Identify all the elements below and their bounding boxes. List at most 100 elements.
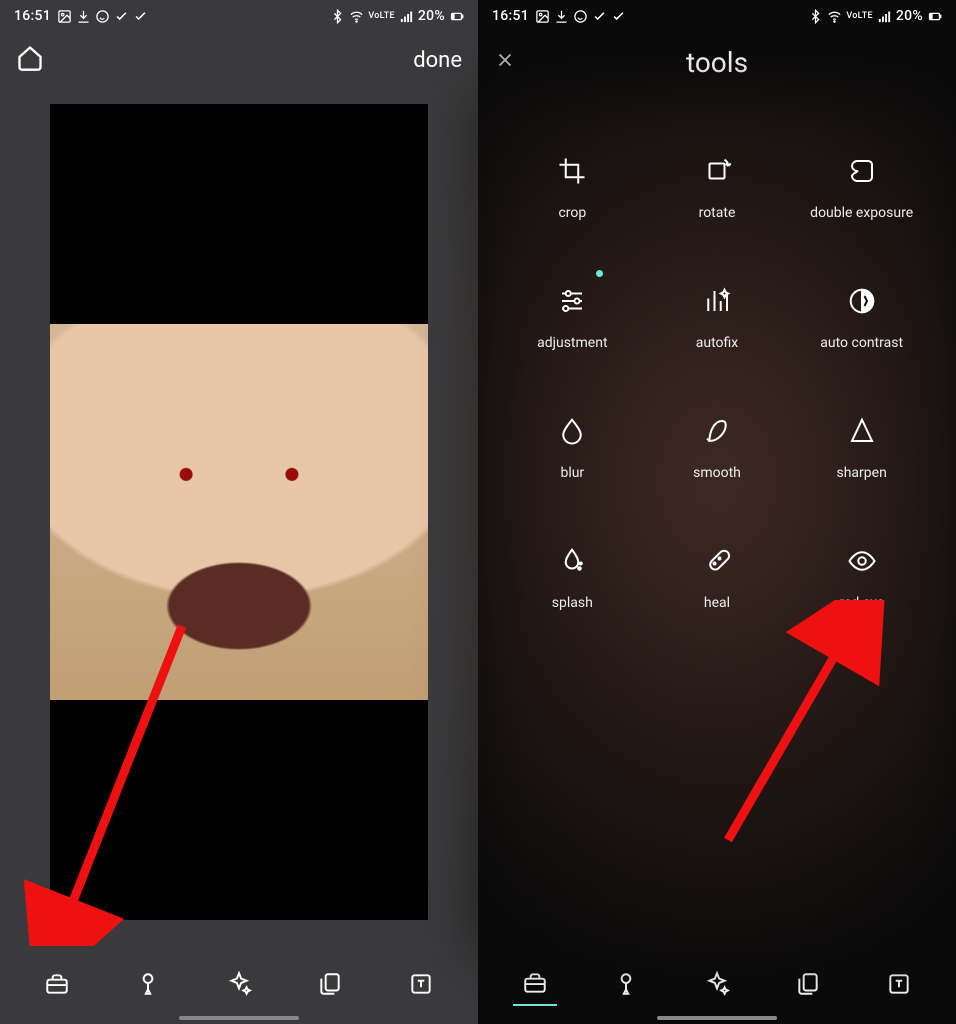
tool-label: splash (552, 595, 593, 611)
tool-blur[interactable]: blur (500, 382, 645, 512)
copy-icon (795, 971, 821, 997)
heal-icon (699, 543, 735, 579)
status-right: VoLTE 20% (808, 8, 942, 24)
tool-smooth[interactable]: smooth (645, 382, 790, 512)
nav-brush[interactable] (126, 962, 170, 1006)
tools-header: tools (478, 32, 956, 92)
photo-canvas[interactable] (0, 88, 478, 954)
status-left-icons (535, 9, 626, 24)
signal-icon (399, 9, 414, 24)
tool-label: rotate (699, 205, 736, 221)
gesture-bar (657, 1016, 777, 1020)
battery-icon (927, 9, 942, 24)
done-button[interactable]: done (413, 48, 462, 73)
top-bar: done (0, 32, 478, 88)
tool-label: smooth (693, 465, 741, 481)
tools-title: tools (478, 46, 956, 79)
toolbox-icon (522, 970, 548, 996)
tool-sharpen[interactable]: sharpen (789, 382, 934, 512)
tool-label: heal (704, 595, 730, 611)
tool-label: red eye (839, 595, 884, 611)
splash-icon (554, 543, 590, 579)
tool-label: auto contrast (820, 335, 903, 351)
new-badge (596, 270, 603, 277)
home-button[interactable] (16, 44, 44, 76)
red-eye-icon (844, 543, 880, 579)
auto-contrast-icon (844, 283, 880, 319)
tool-label: autofix (696, 335, 738, 351)
nav-tools[interactable] (513, 962, 557, 1006)
bluetooth-icon (808, 9, 823, 24)
sharpen-icon (844, 413, 880, 449)
check-icon (114, 9, 129, 24)
bluetooth-icon (330, 9, 345, 24)
status-time: 16:51 (14, 8, 51, 24)
lte-icon: VoLTE (846, 12, 873, 21)
tool-label: adjustment (537, 335, 607, 351)
blur-icon (554, 413, 590, 449)
lte-icon: VoLTE (368, 12, 395, 21)
nav-brush[interactable] (604, 962, 648, 1006)
editor-screen: 16:51 VoLTE 20% done (0, 0, 478, 1024)
wifi-icon (349, 9, 364, 24)
crop-icon (554, 153, 590, 189)
copy-icon (317, 971, 343, 997)
nav-layers[interactable] (786, 962, 830, 1006)
status-right: VoLTE 20% (330, 8, 464, 24)
sparkle-icon (226, 971, 252, 997)
tool-crop[interactable]: crop (500, 122, 645, 252)
status-left: 16:51 (14, 8, 148, 24)
tool-auto-contrast[interactable]: auto contrast (789, 252, 934, 382)
bottom-nav (478, 954, 956, 1024)
tool-double-exposure[interactable]: double exposure (789, 122, 934, 252)
gallery-icon (57, 9, 72, 24)
adjustment-icon (554, 283, 590, 319)
status-left-icons (57, 9, 148, 24)
tool-autofix[interactable]: autofix (645, 252, 790, 382)
tools-screen: 16:51 VoLTE 20% tools (478, 0, 956, 1024)
check-icon (592, 9, 607, 24)
home-icon (16, 44, 44, 72)
check-icon (133, 9, 148, 24)
sparkle-icon (704, 971, 730, 997)
text-icon (408, 971, 434, 997)
nav-layers[interactable] (308, 962, 352, 1006)
tools-body: crop rotate double exposure adjustment a… (478, 92, 956, 954)
toolbox-icon (44, 971, 70, 997)
signal-icon (877, 9, 892, 24)
nav-text[interactable] (399, 962, 443, 1006)
bottom-nav (0, 954, 478, 1024)
tool-label: sharpen (837, 465, 887, 481)
nav-effects[interactable] (217, 962, 261, 1006)
tool-label: blur (560, 465, 584, 481)
tool-splash[interactable]: splash (500, 512, 645, 642)
status-bar: 16:51 VoLTE 20% (0, 0, 478, 32)
text-icon (886, 971, 912, 997)
tool-label: crop (558, 205, 586, 221)
battery-percent: 20% (418, 8, 445, 24)
tool-red-eye[interactable]: red eye (789, 512, 934, 642)
double-exposure-icon (844, 153, 880, 189)
check-icon (611, 9, 626, 24)
status-left: 16:51 (492, 8, 626, 24)
gallery-icon (535, 9, 550, 24)
tool-rotate[interactable]: rotate (645, 122, 790, 252)
brush-icon (135, 971, 161, 997)
autofix-icon (699, 283, 735, 319)
tools-grid: crop rotate double exposure adjustment a… (478, 92, 956, 954)
photo-image (50, 324, 428, 700)
nav-effects[interactable] (695, 962, 739, 1006)
tool-label: double exposure (810, 205, 913, 221)
nav-tools[interactable] (35, 962, 79, 1006)
battery-percent: 20% (896, 8, 923, 24)
status-bar: 16:51 VoLTE 20% (478, 0, 956, 32)
download-icon (554, 9, 569, 24)
photo-frame (50, 104, 428, 920)
tool-heal[interactable]: heal (645, 512, 790, 642)
rotate-icon (699, 153, 735, 189)
status-time: 16:51 (492, 8, 529, 24)
tool-adjustment[interactable]: adjustment (500, 252, 645, 382)
download-icon (76, 9, 91, 24)
nav-text[interactable] (877, 962, 921, 1006)
whatsapp-icon (573, 9, 588, 24)
